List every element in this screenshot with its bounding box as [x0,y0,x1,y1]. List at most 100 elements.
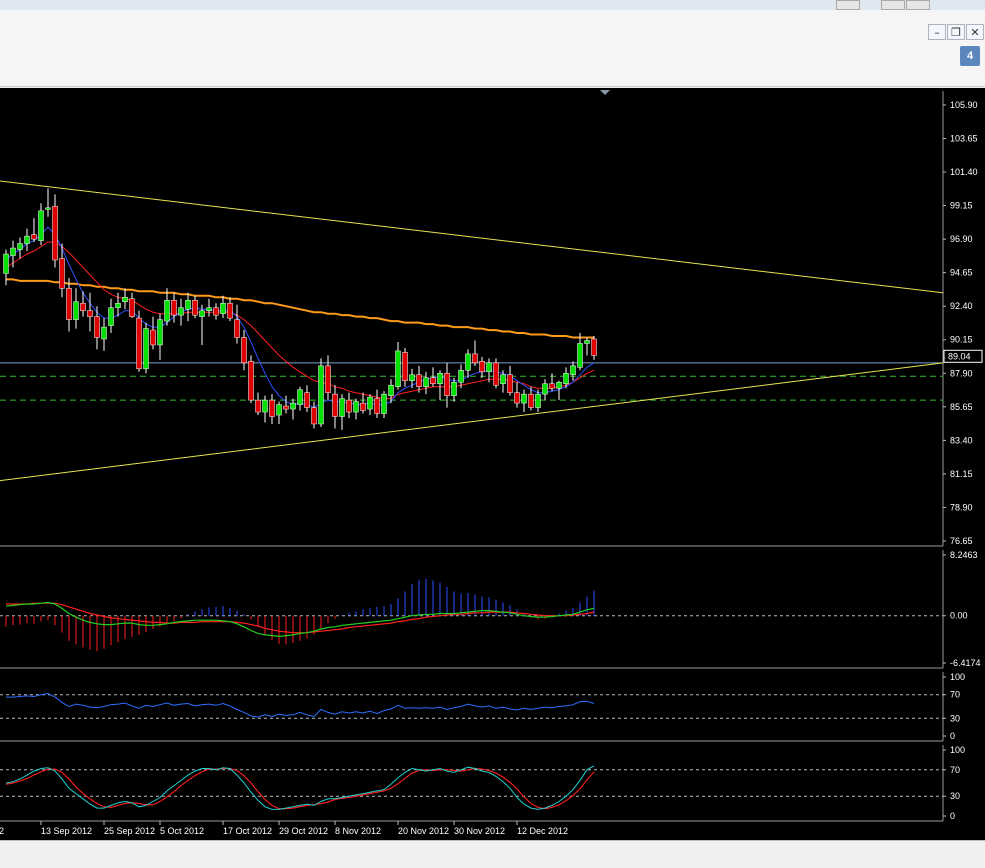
candle-body [339,398,345,417]
y-tick-label: 0 [950,731,955,741]
y-tick-label: 103.65 [950,133,978,143]
status-bar [0,840,985,868]
y-tick-label: 92.40 [950,301,973,311]
y-tick-label: 83.40 [950,435,973,445]
candle-body [255,399,261,413]
candle-body [465,353,471,371]
y-tick-label: 99.15 [950,201,973,211]
candle-body [297,389,303,405]
ma-mid-line [5,241,595,400]
candle-body [185,299,191,310]
candle-body [591,338,597,356]
x-tick-label: 29 Oct 2012 [279,826,328,836]
candle-body [213,307,219,316]
candle-body [276,404,282,416]
candle-body [150,329,156,346]
stoch-main-line [5,765,595,810]
candle-body [451,381,457,396]
candle-body [388,384,394,396]
ma-fast-line [5,226,595,409]
candle-body [129,298,135,317]
minimize-button[interactable]: – [928,24,946,40]
candle-body [437,373,443,384]
y-tick-label: 0 [950,811,955,821]
candle-body [199,310,205,317]
y-tick-label: 100 [950,672,965,682]
candle-body [248,361,254,401]
candle-body [87,310,93,317]
close-icon: ✕ [970,26,980,39]
y-tick-label: -6.4174 [950,658,981,668]
candle-body [52,206,58,261]
y-tick-label: 78.90 [950,502,973,512]
candle-body [66,288,72,320]
y-tick-label: 70 [950,690,960,700]
candle-body [549,383,555,389]
candle-body [269,399,275,417]
candle-body [486,362,492,373]
caption-button[interactable] [836,0,860,10]
candle-body [24,235,30,244]
candle-body [178,307,184,316]
candle-body [143,328,149,370]
y-tick-label: 8.2463 [950,550,978,560]
y-tick-label: 100 [950,745,965,755]
y-tick-label: 87.90 [950,368,973,378]
y-tick-label: 0.00 [950,611,968,621]
candle-body [367,396,373,410]
candle-body [381,393,387,414]
candle-body [234,319,240,338]
candle-body [171,299,177,316]
restore-icon: ❐ [951,26,961,39]
trendline [0,180,944,294]
candle-body [563,373,569,384]
candle-body [73,301,79,320]
candle-body [570,365,576,376]
candle-body [311,407,317,425]
minimize-icon: – [934,26,940,39]
restore-button[interactable]: ❐ [947,24,965,40]
x-tick-label: 17 Oct 2012 [223,826,272,836]
candle-body [521,393,527,404]
candle-body [500,374,506,384]
candle-body [45,207,51,210]
candle-body [409,374,415,381]
y-tick-label: 105.90 [950,100,978,110]
candle-body [17,243,23,250]
candle-body [423,377,429,387]
candle-body [416,374,422,387]
candle-body [507,374,513,393]
candle-body [325,365,331,393]
y-tick-label: 96.90 [950,234,973,244]
y-tick-label: 94.65 [950,268,973,278]
y-tick-label: 76.65 [950,536,973,546]
x-tick-label: 5 Oct 2012 [160,826,204,836]
chart-svg[interactable]: 105.90 103.65 101.40 99.15 96.90 94.65 92.40 90… [0,88,985,840]
candle-body [136,317,142,370]
candle-body [472,353,478,364]
candle-body [108,307,114,326]
candle-body [514,392,520,404]
x-tick-label: 20 Nov 2012 [398,826,449,836]
candle-body [395,350,401,387]
x-tick-label: 25 Sep 2012 [104,826,155,836]
candle-body [101,326,107,340]
x-tick-label: 30 Nov 2012 [454,826,505,836]
candle-body [115,302,121,308]
candle-body [290,402,296,410]
caption-button[interactable] [906,0,930,10]
chart-window[interactable]: 105.90 103.65 101.40 99.15 96.90 94.65 92.40 90… [0,88,985,840]
candle-body [493,362,499,386]
candle-body [192,299,198,316]
current-price-label: 89.04 [948,351,971,361]
candle-body [283,405,289,410]
close-button[interactable]: ✕ [966,24,984,40]
caption-button[interactable] [881,0,905,10]
candle-body [444,373,450,396]
candle-body [31,234,37,240]
x-tick-label: 12 [0,826,4,836]
candle-body [80,302,86,311]
candle-body [346,399,352,413]
stoch-signal-dash [5,767,595,810]
tab-count-badge[interactable]: 4 [960,46,980,66]
